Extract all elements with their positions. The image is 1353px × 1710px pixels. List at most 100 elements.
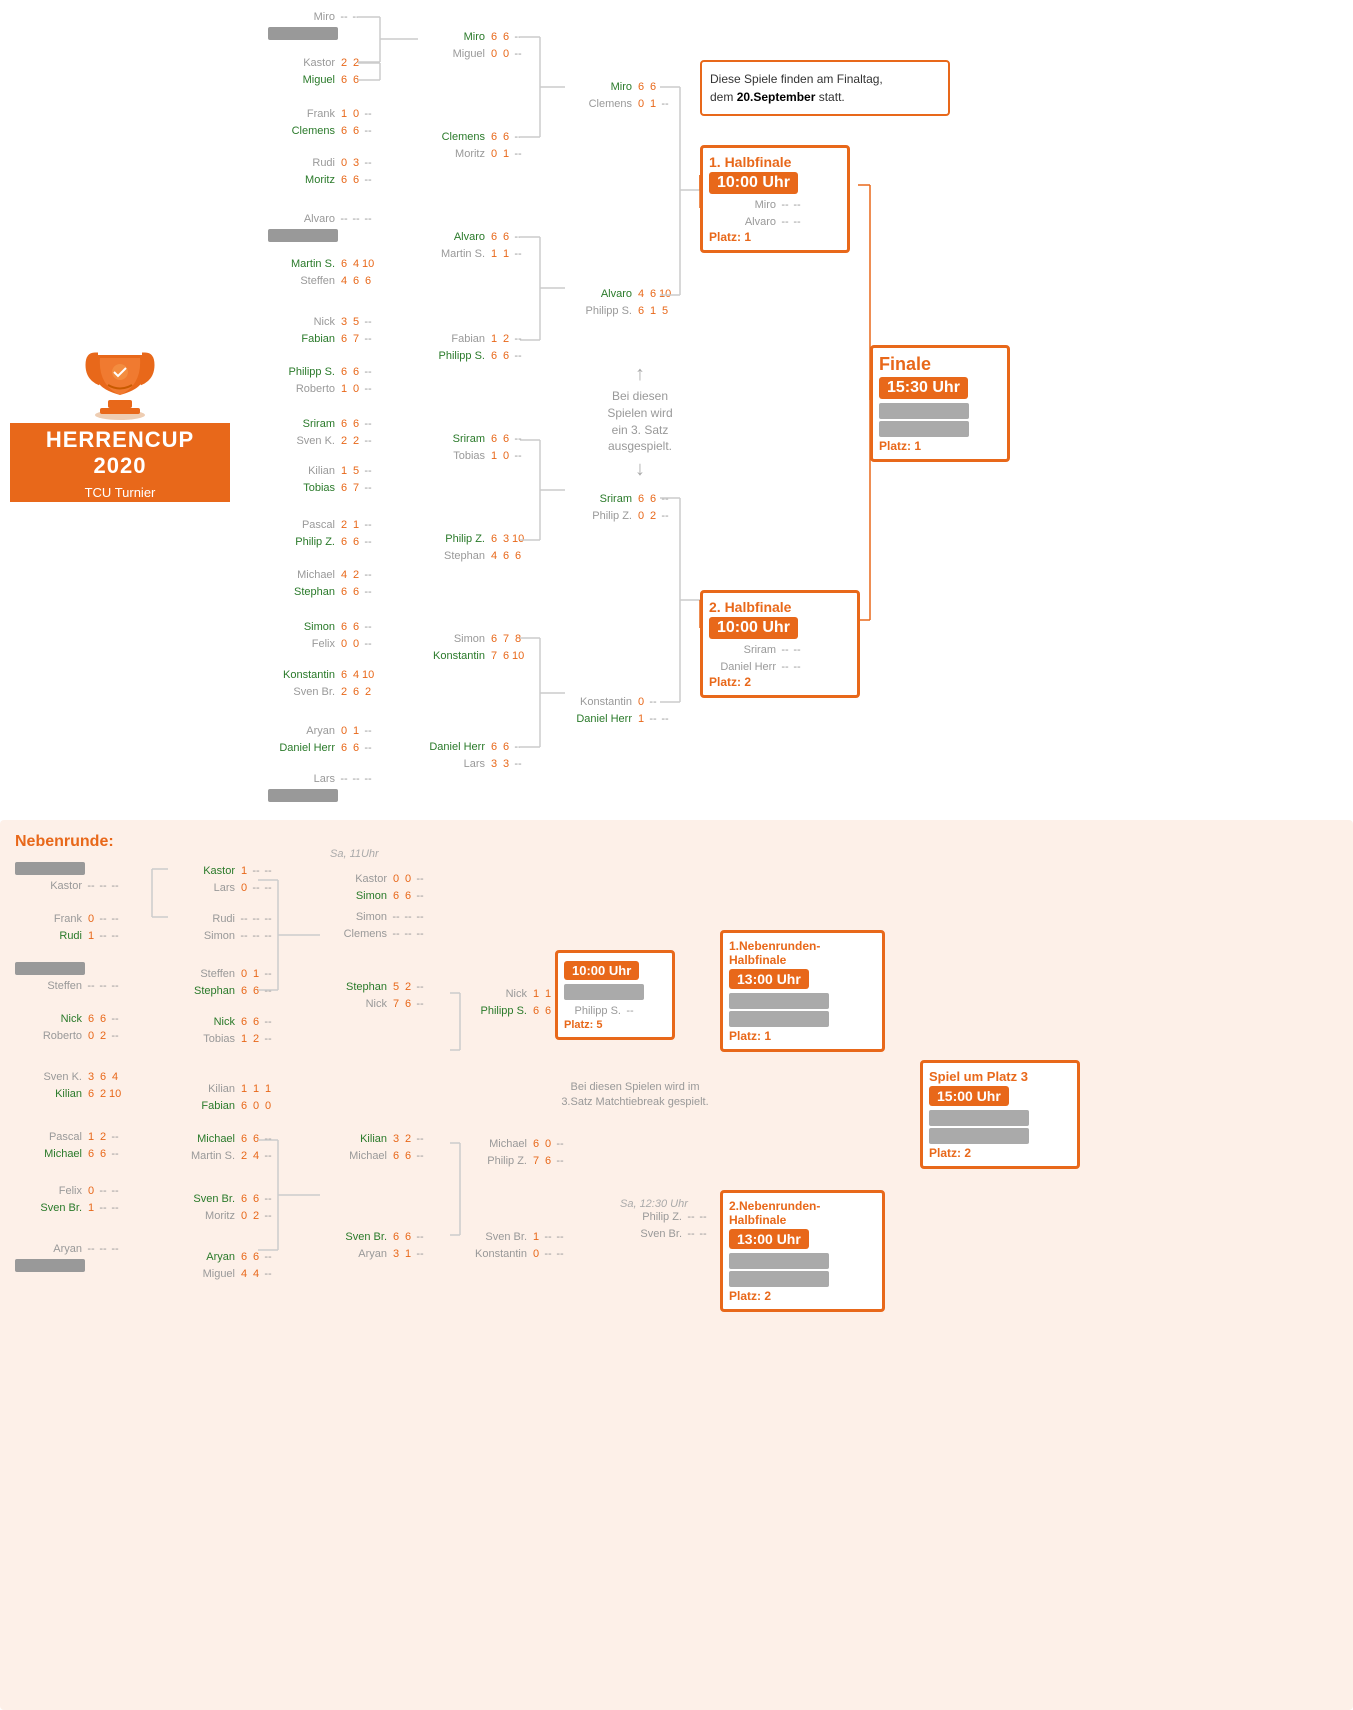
nr1-match2: Frank0---- Rudi1---- [15,910,121,944]
hf2-p1: Sriram [709,644,779,656]
arrow-down: ↓ [590,455,690,483]
arrow-up: ↑ [590,360,690,388]
nr2-match1: Kastor1---- Lars0---- [168,862,274,896]
platz3-title: Spiel um Platz 3 [929,1069,1071,1084]
nr3-match2: Stephan52-- Nick76-- [320,978,426,1012]
nr3-match1b: Simon------ Clemens------ [320,908,426,942]
r1-match13: Simon66-- Felix00-- [268,618,374,652]
r2-match6: Philip Z.6310 Stephan466 [418,530,524,564]
bei-diesen-box: ↑ Bei diesenSpielen wirdein 3. Satzausge… [590,360,690,483]
nr2-match7: Sven Br.66-- Moritz02-- [168,1190,274,1224]
neben-10-time: 10:00 Uhr [564,961,639,980]
nr1-match1: Kastor------ [15,860,121,894]
r1-match10: Kilian15-- Tobias67-- [268,462,374,496]
nr3-match4: Sven Br.66-- Aryan31-- [320,1228,426,1262]
r3-match1: Miro66-- Clemens01-- [565,78,671,112]
platz3-tbd1 [929,1110,1029,1126]
r1-match2: Kastor22-- Miguel66-- [268,54,374,88]
info-box: Diese Spiele finden am Finaltag,dem 20.S… [700,60,950,116]
r1-match15: Aryan01-- Daniel Herr66-- [268,722,374,756]
hf1-title: 1. Halbfinale [709,154,841,170]
r2-match8: Daniel Herr66-- Lars33-- [418,738,524,772]
r3-match4: Konstantin0---- Daniel Herr1---- [565,693,671,727]
r1-match1: Miro------ [268,8,374,42]
tcu-label: TCU Turnier [10,483,230,502]
hf2-time: 10:00 Uhr [709,617,798,639]
nr1-match3: Steffen------ [15,960,121,994]
neben-10uhr-box: 10:00 Uhr Philipp S. -- Platz: 5 [555,950,675,1040]
hf2-platz: Platz: 2 [709,675,851,689]
r1-match9: Sriram66-- Sven K.22-- [268,415,374,449]
neben-hf1-time: 13:00 Uhr [729,969,809,989]
r1-match5: Alvaro------ [268,210,374,244]
r2-match2: Clemens66-- Moritz01-- [418,128,524,162]
nr-semifinal2-bracket: Philip Z.---- Sven Br.---- [615,1208,709,1242]
neben-hf2-platz: Platz: 2 [729,1289,876,1303]
r1-match12: Michael42-- Stephan66-- [268,566,374,600]
hf1-time: 10:00 Uhr [709,172,798,194]
r1-match11: Pascal21-- Philip Z.66-- [268,516,374,550]
neben-hf1-title: 1.Nebenrunden-Halbfinale [729,939,876,967]
neben-10-tbd1 [564,984,644,1000]
finale-tbd2 [879,421,969,437]
nr4-match2: Michael60-- Philip Z.76-- [460,1135,566,1169]
nr2-match5: Kilian111 Fabian600 [168,1080,274,1114]
bei-diesen-text: Bei diesenSpielen wirdein 3. Satzausgesp… [590,388,690,455]
nr3-match1: Kastor00-- Simon66-- [320,870,426,904]
r2-match3: Alvaro66-- Martin S.11-- [418,228,524,262]
hf2-p2: Daniel Herr [709,661,779,673]
platz3-box: Spiel um Platz 3 15:00 Uhr Platz: 2 [920,1060,1080,1169]
halbfinale2-box: 2. Halbfinale 10:00 Uhr Sriram -- -- Dan… [700,590,860,698]
r1-match8: Philipp S.66-- Roberto10-- [268,363,374,397]
r1-match7: Nick35-- Fabian67-- [268,313,374,347]
r2-match7: Simon678 Konstantin7610 [418,630,524,664]
neben-hf1-platz: Platz: 1 [729,1029,876,1043]
nr4-match3: Sven Br.1---- Konstantin0---- [460,1228,566,1262]
herrencup-label: HERRENCUP 2020 [10,423,230,483]
hf1-platz: Platz: 1 [709,230,841,244]
nr1-match7: Felix0---- Sven Br.1---- [15,1182,121,1216]
neben-bei-text: Bei diesen Spielen wird im 3.Satz Matcht… [561,1081,708,1108]
nr2-match2: Rudi------ Simon------ [168,910,274,944]
platz3-platz: Platz: 2 [929,1146,1071,1160]
neben-hf2-tbd1 [729,1253,829,1269]
finale-title: Finale [879,354,1001,375]
nr2-match3: Steffen01-- Stephan66-- [168,965,274,999]
nr3-match3: Kilian32-- Michael66-- [320,1130,426,1164]
neben-hf1-tbd1 [729,993,829,1009]
nr2-match4: Nick66-- Tobias12-- [168,1013,274,1047]
hf1-p1: Miro [709,199,779,211]
finale-platz: Platz: 1 [879,439,1001,453]
r1-match14: Konstantin6410 Sven Br.262 [268,666,374,700]
neben-label: Nebenrunde: [15,833,114,851]
r3-match3: Sriram66-- Philip Z.02-- [565,490,671,524]
halbfinale1-box: 1. Halbfinale 10:00 Uhr Miro -- -- Alvar… [700,145,850,253]
neben-hf2-tbd2 [729,1271,829,1287]
neben-10-platz: Platz: 5 [564,1019,666,1031]
finale-box: Finale 15:30 Uhr Platz: 1 [870,345,1010,462]
nr2-match8: Aryan66-- Miguel44-- [168,1248,274,1282]
neben-hf2-title: 2.Nebenrunden-Halbfinale [729,1199,876,1227]
logo-area: HERRENCUP 2020 TCU Turnier [10,340,230,502]
neben-hf2-time: 13:00 Uhr [729,1229,809,1249]
r2-match1: Miro66-- Miguel00-- [418,28,524,62]
r2-match5: Sriram66-- Tobias10-- [418,430,524,464]
neben-hf1-tbd2 [729,1011,829,1027]
nr4-match1: Nick11-- Philipp S.66-- [460,985,566,1019]
r1-match16: Lars------ [268,770,374,804]
nr1-match8: Aryan------ [15,1240,121,1274]
finale-time: 15:30 Uhr [879,377,968,399]
sa-11uhr-label: Sa, 11Uhr [330,848,379,860]
r2-match4: Fabian12-- Philipp S.66-- [418,330,524,364]
r1-match4: Rudi03-- Moritz66-- [268,154,374,188]
r1-match3: Frank10-- Clemens66-- [268,105,374,139]
trophy-icon [70,340,170,420]
hf1-p2: Alvaro [709,216,779,228]
nr1-match4: Nick66-- Roberto02-- [15,1010,121,1044]
r1-match6: Martin S.6410 Steffen466 [268,255,374,289]
nr2-match6: Michael66-- Martin S.24-- [168,1130,274,1164]
nr1-match6: Pascal12-- Michael66-- [15,1128,121,1162]
info-text: Diese Spiele finden am Finaltag,dem 20.S… [710,72,883,104]
neben-hf1-box: 1.Nebenrunden-Halbfinale 13:00 Uhr Platz… [720,930,885,1052]
neben-bei-box: Bei diesen Spielen wird im 3.Satz Matcht… [555,1080,715,1111]
